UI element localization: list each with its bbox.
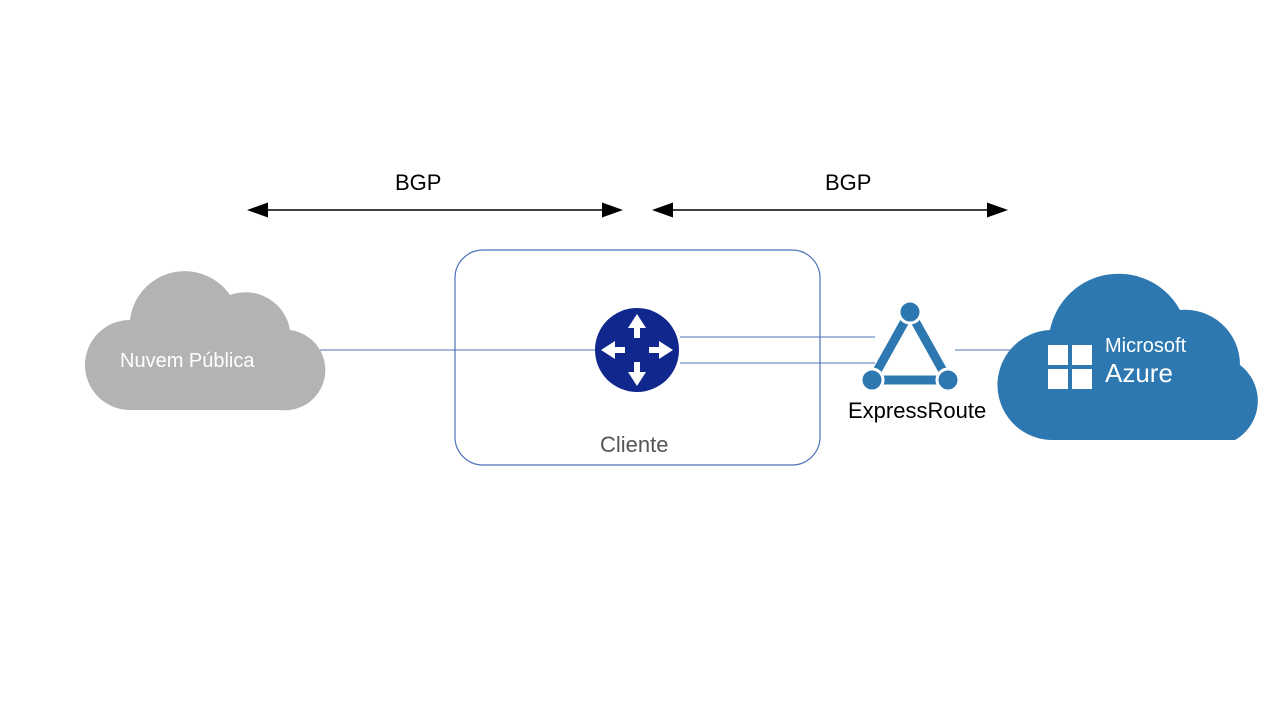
azure-label-2: Azure: [1105, 358, 1173, 389]
expressroute-label: ExpressRoute: [848, 398, 986, 424]
bgp-right-label: BGP: [825, 170, 871, 196]
diagram-canvas: BGP BGP Nuvem Pública Cliente ExpressRou…: [0, 0, 1280, 720]
bgp-left-label: BGP: [395, 170, 441, 196]
cloud-icon: [85, 271, 325, 410]
customer-label: Cliente: [600, 432, 668, 458]
router-icon: [595, 308, 679, 392]
azure-label-1: Microsoft: [1105, 335, 1186, 358]
public-cloud-label: Nuvem Pública: [120, 350, 255, 373]
expressroute-icon: [861, 301, 959, 391]
